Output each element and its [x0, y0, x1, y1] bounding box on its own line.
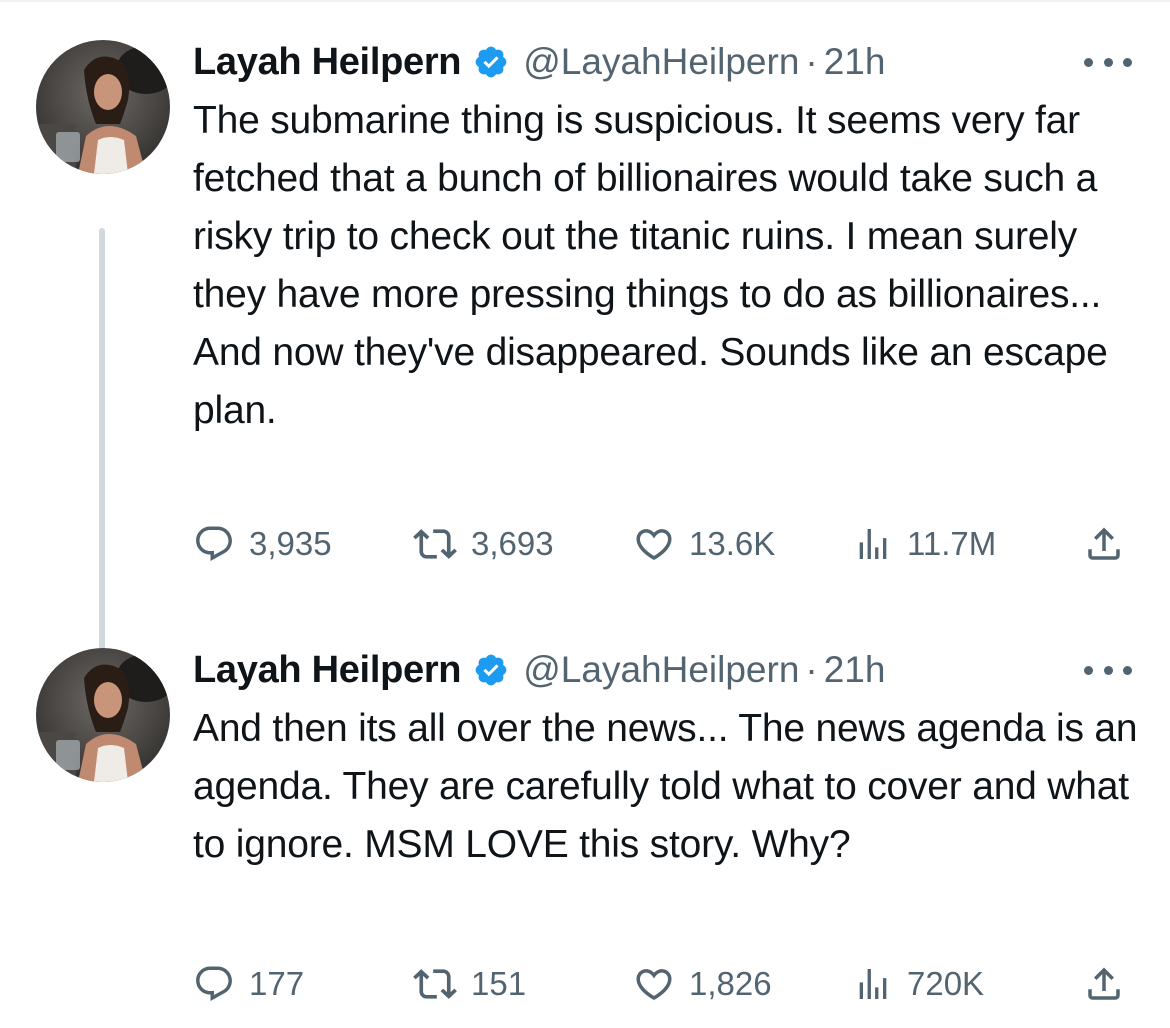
- retweet-icon: [413, 969, 457, 999]
- dot-icon: [1084, 57, 1093, 67]
- reply-button[interactable]: 177: [193, 960, 304, 1008]
- dot-icon: [1103, 57, 1113, 67]
- like-count: 13.6K: [689, 525, 776, 562]
- retweet-icon: [413, 529, 457, 559]
- action-bar: 3,935 3,693 13.6K 11.7M: [193, 520, 1133, 568]
- profile-photo-icon: [36, 40, 170, 174]
- retweet-button[interactable]: 151: [413, 960, 526, 1008]
- reply-icon: [196, 966, 232, 1001]
- reply-count: 177: [249, 965, 305, 1002]
- retweet-button[interactable]: 3,693: [413, 520, 554, 568]
- more-options-button[interactable]: [1084, 656, 1132, 684]
- views-count: 11.7M: [907, 525, 997, 562]
- like-button[interactable]: 13.6K: [633, 520, 775, 568]
- author-name[interactable]: Layah Heilpern: [193, 41, 462, 84]
- profile-photo-icon: [36, 648, 170, 782]
- bar-chart-icon: [859, 969, 887, 999]
- author-handle[interactable]: @LayahHeilpern: [523, 649, 799, 691]
- reply-button[interactable]: 3,935: [193, 520, 332, 568]
- author-handle[interactable]: @LayahHeilpern: [523, 41, 799, 83]
- dot-icon: [1123, 665, 1132, 675]
- action-bar: 177 151 1,826 720K: [193, 960, 1133, 1008]
- avatar[interactable]: [36, 40, 170, 174]
- share-upload-icon: [1088, 527, 1120, 560]
- dot-icon: [1103, 665, 1113, 675]
- reply-icon: [196, 526, 232, 561]
- avatar[interactable]: [36, 648, 170, 782]
- reply-count: 3,935: [249, 525, 332, 562]
- tweet-header: Layah Heilpern @LayahHeilpern · 21h: [193, 648, 885, 692]
- top-divider: [0, 0, 1170, 2]
- bar-chart-icon: [859, 529, 887, 559]
- separator-dot: ·: [805, 649, 818, 690]
- like-count: 1,826: [689, 965, 772, 1002]
- separator-dot: ·: [805, 41, 818, 82]
- heart-icon: [636, 969, 672, 1001]
- share-button[interactable]: [1083, 520, 1125, 568]
- timestamp[interactable]: 21h: [824, 649, 886, 691]
- views-button[interactable]: 720K: [853, 960, 984, 1008]
- views-count: 720K: [907, 965, 985, 1002]
- dot-icon: [1084, 665, 1093, 675]
- thread-line: [99, 228, 105, 674]
- views-button[interactable]: 11.7M: [853, 520, 996, 568]
- share-button[interactable]: [1083, 960, 1125, 1008]
- retweet-count: 151: [471, 965, 527, 1002]
- more-options-button[interactable]: [1084, 48, 1132, 76]
- tweet-header: Layah Heilpern @LayahHeilpern · 21h: [193, 40, 885, 84]
- author-name[interactable]: Layah Heilpern: [193, 649, 462, 692]
- verified-badge-icon: [475, 46, 507, 78]
- retweet-count: 3,693: [471, 525, 554, 562]
- like-button[interactable]: 1,826: [633, 960, 772, 1008]
- share-upload-icon: [1088, 967, 1120, 1000]
- timestamp[interactable]: 21h: [824, 41, 886, 83]
- tweet-text: And then its all over the news... The ne…: [193, 707, 1138, 866]
- verified-badge-icon: [475, 654, 507, 686]
- heart-icon: [636, 529, 672, 561]
- dot-icon: [1123, 57, 1132, 67]
- tweet-text: The submarine thing is suspicious. It se…: [193, 99, 1108, 432]
